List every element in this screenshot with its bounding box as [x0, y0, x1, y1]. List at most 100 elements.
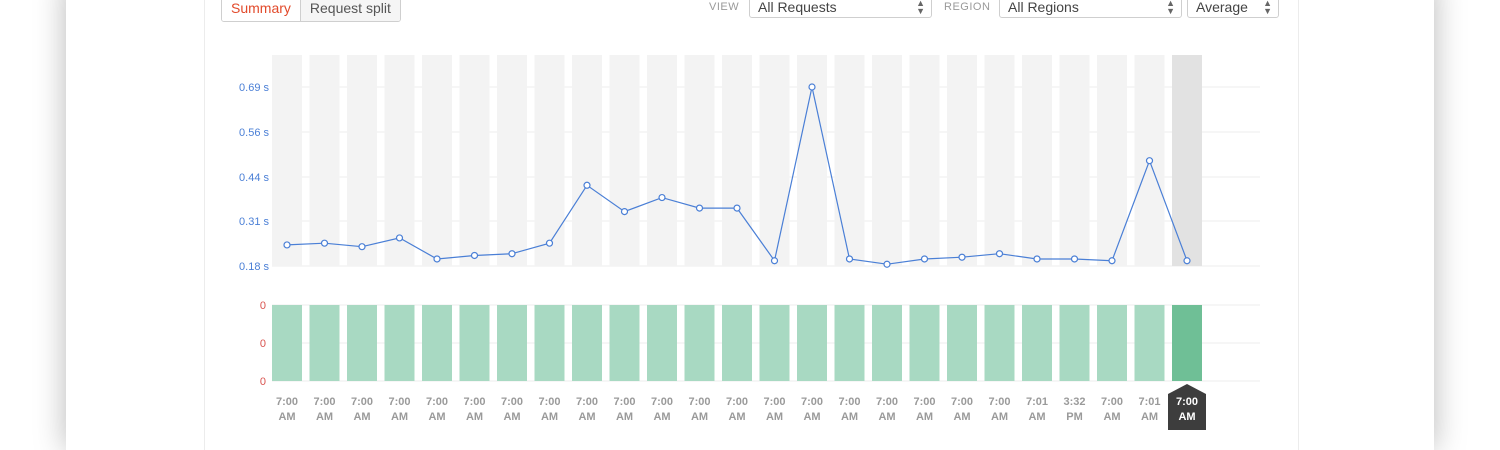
bar	[1059, 305, 1090, 381]
column-background	[422, 55, 452, 266]
data-point	[320, 239, 329, 247]
data-point	[508, 250, 516, 258]
data-point	[433, 255, 441, 263]
data-point	[958, 253, 966, 261]
data-point	[695, 204, 704, 212]
x-tick-label: AM	[316, 411, 333, 423]
bar	[534, 305, 565, 381]
x-tick-label: 7:00	[763, 396, 785, 408]
bar	[722, 305, 752, 381]
bar	[1134, 305, 1165, 381]
y-tick-label: 0	[260, 300, 266, 312]
x-tick-label: AM	[428, 411, 445, 423]
x-tick-label: AM	[766, 411, 783, 423]
column-background	[909, 55, 940, 266]
column-background	[534, 55, 565, 266]
column-background	[497, 55, 527, 266]
data-point	[358, 243, 366, 251]
column-background	[572, 55, 602, 266]
column-background	[834, 55, 865, 266]
x-tick-label: 7:00	[876, 396, 898, 408]
bar	[459, 305, 490, 381]
bar	[609, 305, 640, 381]
column-background	[647, 55, 677, 266]
column-background	[272, 55, 302, 266]
x-tick-label: AM	[916, 411, 933, 423]
y-tick-label: 0	[260, 376, 266, 388]
x-tick-label: 7:00	[313, 396, 335, 408]
bar	[759, 305, 790, 381]
data-point	[995, 250, 1004, 258]
x-tick-label: AM	[953, 411, 970, 423]
x-tick-label: AM	[803, 411, 820, 423]
x-tick-label: 7:00	[388, 396, 410, 408]
x-tick-label: AM	[1028, 411, 1045, 423]
data-point	[545, 239, 554, 247]
y-tick-label: 0.18 s	[239, 261, 269, 273]
column-background	[722, 55, 752, 266]
x-tick-label: 7:00	[913, 396, 935, 408]
bar	[1097, 305, 1127, 381]
x-tick-label: AM	[503, 411, 520, 423]
x-tick-label: AM	[391, 411, 408, 423]
y-tick-label: 0.56 s	[239, 127, 269, 139]
x-tick-label: AM	[353, 411, 370, 423]
x-tick-label: 3:32	[1063, 396, 1085, 408]
x-tick-label: 7:00	[726, 396, 748, 408]
bar	[1172, 305, 1202, 381]
x-tick-label: 7:00	[688, 396, 710, 408]
bar	[347, 305, 377, 381]
data-point	[1108, 257, 1116, 265]
x-tick-label: AM	[1141, 411, 1158, 423]
column-background	[872, 55, 902, 266]
data-point	[1070, 255, 1079, 263]
column-background	[309, 55, 340, 266]
data-point	[283, 241, 291, 249]
x-tick-label: 7:00	[351, 396, 373, 408]
column-background	[684, 55, 715, 266]
x-tick-label: 7:00	[651, 396, 673, 408]
bar	[309, 305, 340, 381]
x-tick-label: AM	[1103, 411, 1120, 423]
x-tick-label: 7:00	[501, 396, 523, 408]
x-tick-label: 7:00	[951, 396, 973, 408]
column-background	[1022, 55, 1052, 266]
x-tick-label: AM	[278, 411, 295, 423]
y-tick-label: 0	[260, 338, 266, 350]
data-point	[883, 260, 891, 268]
bar	[797, 305, 827, 381]
data-point	[1033, 255, 1041, 263]
bar	[872, 305, 902, 381]
column-background	[759, 55, 790, 266]
column-background	[609, 55, 640, 266]
x-tick-label: 7:00	[1101, 396, 1123, 408]
column-background	[984, 55, 1015, 266]
data-point	[470, 251, 479, 260]
data-point	[845, 255, 854, 263]
bar	[384, 305, 415, 381]
x-tick-label: 7:00	[801, 396, 823, 408]
column-background	[459, 55, 490, 266]
bar	[909, 305, 940, 381]
data-point	[583, 181, 591, 189]
x-tick-label: 7:00	[538, 396, 560, 408]
x-tick-label: AM	[691, 411, 708, 423]
data-point	[733, 204, 741, 212]
x-tick-label: 7:00	[276, 396, 298, 408]
bar	[272, 305, 302, 381]
x-tick-label: 7:01	[1138, 396, 1160, 408]
bar	[1022, 305, 1052, 381]
bar	[684, 305, 715, 381]
x-tick-label: AM	[541, 411, 558, 423]
x-tick-label: AM	[841, 411, 858, 423]
x-tick-label: 7:00	[426, 396, 448, 408]
data-point	[658, 193, 666, 202]
data-point	[808, 83, 816, 91]
bar	[422, 305, 452, 381]
x-tick-label: 7:00	[988, 396, 1010, 408]
bar	[647, 305, 677, 381]
x-tick-label: AM	[616, 411, 633, 423]
x-tick-label: AM	[653, 411, 670, 423]
x-tick-label: PM	[1066, 411, 1083, 423]
y-tick-label: 0.69 s	[239, 82, 269, 94]
